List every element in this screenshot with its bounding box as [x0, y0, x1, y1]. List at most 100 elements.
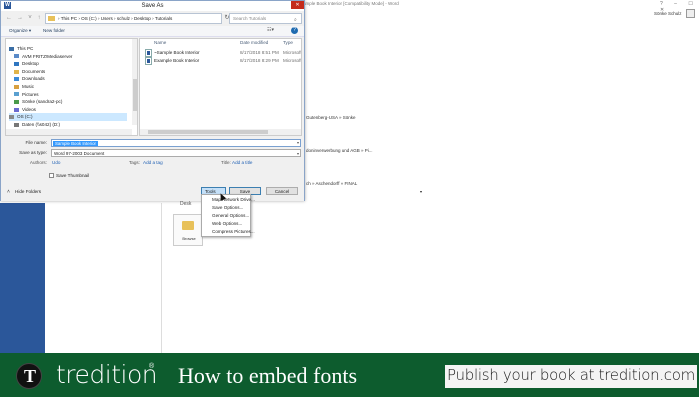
- menu-item-compress-pictures[interactable]: Compress Pictures...: [212, 229, 255, 234]
- publish-text: Publish your book at tredition.com: [447, 366, 695, 384]
- sidebar-item-label: Downloads: [22, 76, 45, 82]
- video-banner: T tredition ® How to embed fonts Publish…: [0, 353, 699, 397]
- sidebar-item[interactable]: Desktop: [14, 60, 39, 68]
- logo-letter: T: [23, 366, 36, 386]
- recent-folder-path[interactable]: ch » Aschendorff » FINAL: [306, 181, 357, 186]
- scroll-thumb[interactable]: [133, 79, 137, 111]
- word-doc-icon: [145, 49, 152, 57]
- file-date: 8/17/2018 8:29 PM: [240, 58, 279, 63]
- menu-item-general-options[interactable]: General Options...: [212, 213, 249, 218]
- folder-icon: [9, 46, 14, 51]
- tags-label: Tags:: [129, 160, 140, 165]
- folder-icon: [14, 107, 19, 112]
- search-icon[interactable]: ⌕: [294, 15, 297, 25]
- hide-folders-button[interactable]: Hide Folders: [15, 189, 41, 194]
- tags-value[interactable]: Add a tag: [143, 160, 163, 165]
- chevron-down-icon: ▾: [420, 189, 423, 194]
- chevron-up-icon[interactable]: ˄: [7, 189, 10, 195]
- chevron-down-icon[interactable]: ▾: [297, 150, 299, 157]
- sidebar-item-label: AVM FRITZ!Mediaserver: [22, 53, 73, 59]
- file-horizontal-scrollbar[interactable]: [140, 129, 301, 135]
- sidebar-item[interactable]: Downloads: [14, 75, 45, 83]
- video-title: How to embed fonts: [178, 363, 358, 388]
- view-options-icon[interactable]: ☷▾: [267, 27, 274, 33]
- recent-folder-path[interactable]: Gutenberg-USA » Sönke: [306, 115, 356, 120]
- file-date: 8/17/2018 8:51 PM: [240, 50, 279, 55]
- folder-icon: [14, 61, 19, 66]
- up-arrow-icon[interactable]: ↑: [35, 14, 43, 22]
- search-placeholder: Search Tutorials: [233, 16, 267, 21]
- sidebar-item-label: Pictures: [22, 91, 39, 97]
- search-input[interactable]: Search Tutorials ⌕: [229, 13, 302, 24]
- chevron-down-icon[interactable]: ˅: [26, 14, 34, 22]
- folder-icon: [14, 54, 19, 59]
- authors-value[interactable]: Udo: [52, 160, 60, 165]
- file-type: Microsoft W: [283, 58, 302, 63]
- word-doc-icon: [145, 57, 152, 65]
- sidebar-item-label: Sönke (sandra2-pc): [22, 99, 63, 105]
- authors-label: Authors:: [29, 160, 47, 165]
- save-type-select[interactable]: Word 97-2003 Document ▾: [51, 149, 301, 157]
- folder-icon: [14, 84, 19, 89]
- navigation-pane: This PC AVM FRITZ!Mediaserver Desktop Docum…: [5, 38, 138, 136]
- column-header-name[interactable]: Name: [154, 40, 166, 45]
- menu-item-save-options[interactable]: Save Options...: [212, 205, 243, 210]
- nav-scrollbar[interactable]: [132, 39, 137, 125]
- word-window-title: Sample Book Interior [Compatibility Mode…: [300, 1, 399, 6]
- folder-icon: [14, 69, 19, 74]
- menu-item-web-options[interactable]: Web Options...: [212, 221, 242, 226]
- table-row[interactable]: ~Sample Book Interior 8/17/2018 8:51 PM …: [145, 49, 301, 57]
- new-folder-button[interactable]: New folder: [43, 28, 65, 33]
- help-icon[interactable]: ?: [291, 27, 298, 34]
- organize-button[interactable]: Organize ▾: [9, 28, 31, 34]
- sidebar-item[interactable]: Daten (\\s042) (D:): [14, 121, 60, 129]
- breadcrumb-path: › This PC › OS (C:) › Users › schulz › D…: [58, 16, 173, 21]
- publish-callout: Publish your book at tredition.com: [445, 365, 697, 388]
- desktop-label: Desk: [180, 201, 192, 207]
- file-name-field[interactable]: Sample Book Interior ▾: [51, 139, 301, 147]
- file-type: Microsoft W: [283, 50, 302, 55]
- save-thumbnail-label: Save Thumbnail: [56, 173, 90, 178]
- sidebar-item-label: Daten (\\s042) (D:): [22, 122, 61, 127]
- browse-button[interactable]: Browse: [173, 214, 203, 246]
- backstage-sidebar: [0, 203, 45, 353]
- recent-folder-path[interactable]: doninverwerbung und AGB » Pi...: [306, 148, 373, 153]
- file-name-value: Sample Book Interior: [53, 141, 98, 146]
- sidebar-item[interactable]: OS (C:): [9, 113, 127, 121]
- tredition-logo: T: [16, 363, 42, 389]
- sidebar-item-label: This PC: [17, 46, 34, 51]
- column-header-type[interactable]: Type: [283, 40, 293, 45]
- table-row[interactable]: Example Book Interior 8/17/2018 8:29 PM …: [145, 57, 301, 65]
- sidebar-item[interactable]: AVM FRITZ!Mediaserver: [14, 53, 72, 61]
- word-app-icon: W: [4, 2, 11, 9]
- sidebar-item-label: Desktop: [22, 61, 39, 67]
- nav-horizontal-scrollbar[interactable]: [6, 129, 132, 135]
- sidebar-item[interactable]: Videos: [14, 106, 36, 114]
- file-name: Example Book Interior: [154, 58, 200, 63]
- sidebar-item[interactable]: This PC: [9, 45, 33, 53]
- back-arrow-icon[interactable]: ←: [5, 14, 13, 22]
- scroll-thumb[interactable]: [148, 130, 268, 134]
- cancel-button[interactable]: Cancel: [266, 187, 298, 195]
- forward-arrow-icon[interactable]: →: [16, 14, 24, 22]
- sidebar-item[interactable]: Pictures: [14, 91, 39, 99]
- sidebar-item[interactable]: Documents: [14, 68, 45, 76]
- sidebar-item-label: Documents: [22, 68, 46, 74]
- close-icon[interactable]: ✕: [291, 1, 304, 9]
- chevron-down-icon[interactable]: ▾: [297, 140, 299, 145]
- save-as-dialog: Save As W ✕ ← → ˅ ↑ › This PC › OS (C:) …: [0, 0, 422, 201]
- column-header-date[interactable]: Date modified: [240, 40, 268, 45]
- sidebar-item[interactable]: Music: [14, 83, 34, 91]
- file-list: Name Date modified Type ~Sample Book Int…: [139, 38, 302, 136]
- save-thumbnail-checkbox[interactable]: [49, 173, 54, 178]
- sidebar-item-label: Videos: [22, 106, 36, 112]
- word-user-name[interactable]: Sönke Schulz: [654, 11, 682, 16]
- save-type-label: Save as type:: [19, 150, 47, 155]
- brand-name: tredition: [56, 360, 158, 389]
- title-value[interactable]: Add a title: [232, 160, 252, 165]
- breadcrumb[interactable]: › This PC › OS (C:) › Users › schulz › D…: [45, 13, 222, 24]
- file-name: ~Sample Book Interior: [154, 50, 200, 55]
- sidebar-item[interactable]: Sönke (sandra2-pc): [14, 98, 62, 106]
- avatar[interactable]: [686, 9, 695, 18]
- file-name-label: File name:: [25, 140, 47, 145]
